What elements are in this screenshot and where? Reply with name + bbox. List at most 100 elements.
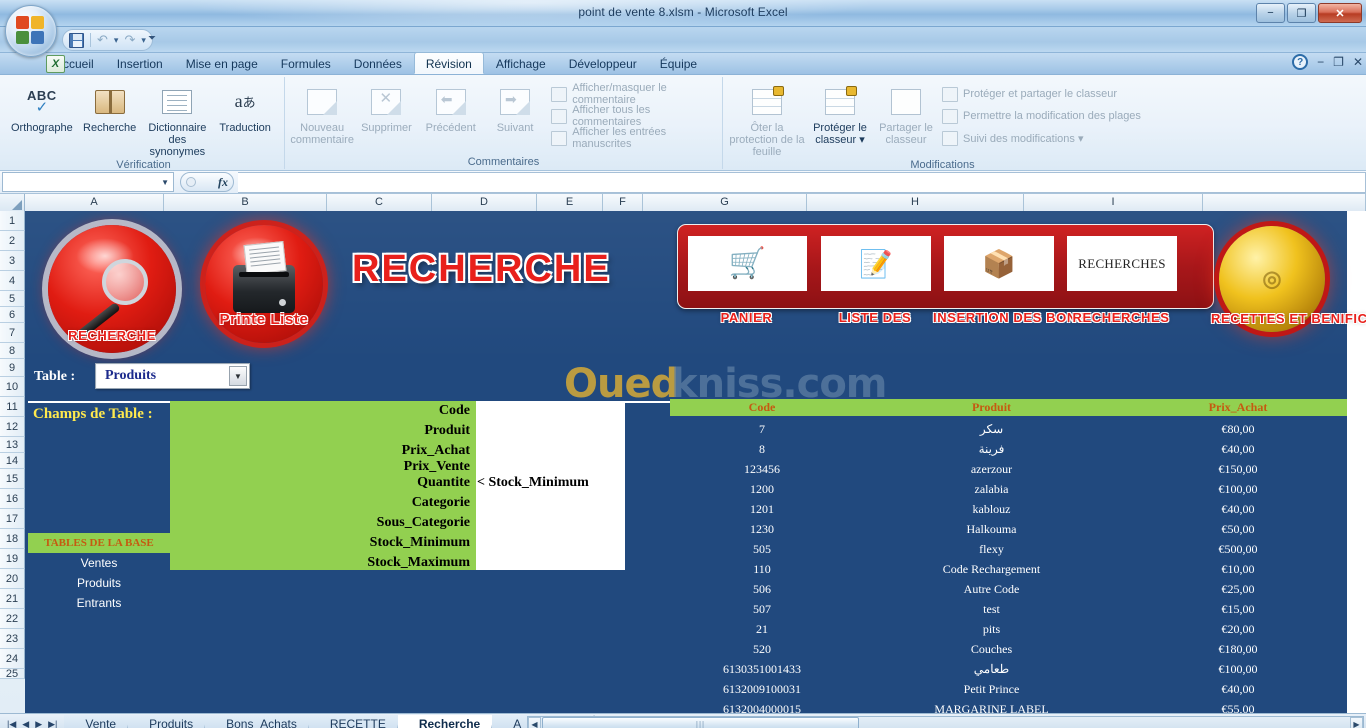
table-row[interactable]: 6132004000015 MARGARINE LABEL €55,00 [670, 699, 1347, 714]
cell-code[interactable]: 507 [670, 602, 854, 617]
table-item-ventes[interactable]: Ventes [28, 556, 170, 570]
formula-input[interactable] [238, 171, 1366, 193]
cell-produit[interactable]: Code Rechargement [854, 562, 1129, 577]
row-header-16[interactable]: 16 [0, 489, 25, 509]
prev-sheet-icon[interactable]: ◀ [22, 719, 29, 728]
table-row[interactable]: 6130351001433 طعامي €100,00 [670, 659, 1347, 679]
minimize-ribbon-icon[interactable]: − [1317, 55, 1324, 69]
cell-prix-achat[interactable]: €100,00 [1129, 482, 1347, 497]
cell-prix-achat[interactable]: €10,00 [1129, 562, 1347, 577]
column-header-f[interactable]: F [603, 194, 643, 211]
partager-classeur-button[interactable]: Partager le classeur [874, 80, 938, 146]
column-header-g[interactable]: G [643, 194, 807, 211]
row-header-6[interactable]: 6 [0, 307, 25, 323]
column-header-d[interactable]: D [432, 194, 537, 211]
row-header-7[interactable]: 7 [0, 323, 25, 343]
undo-icon[interactable]: ↶ [97, 32, 108, 48]
next-sheet-icon[interactable]: ▶ [35, 719, 42, 728]
cell-prix-achat[interactable]: €25,00 [1129, 582, 1347, 597]
field-prix-achat[interactable]: Prix_Achat [170, 443, 470, 459]
table-item-entrants[interactable]: Entrants [28, 596, 170, 610]
cell-code[interactable]: 505 [670, 542, 854, 557]
row-header-23[interactable]: 23 [0, 629, 25, 649]
close-button[interactable]: ✕ [1318, 3, 1362, 23]
cell-code[interactable]: 6132004000015 [670, 702, 854, 714]
table-row[interactable]: 7 سكر €80,00 [670, 419, 1347, 439]
cell-produit[interactable]: zalabia [854, 482, 1129, 497]
liste-des-thumb[interactable]: 📝 [821, 236, 931, 291]
field-categorie[interactable]: Categorie [170, 495, 470, 511]
column-header-b[interactable]: B [164, 194, 327, 211]
field-quantite-condition[interactable]: < Stock_Minimum [477, 475, 589, 491]
restore-button[interactable]: ❐ [1287, 3, 1316, 23]
sheet-tab-recherche[interactable]: Recherche [397, 714, 493, 728]
data-header-produit[interactable]: Produit [854, 400, 1129, 415]
cell-prix-achat[interactable]: €100,00 [1129, 662, 1347, 677]
help-icon[interactable]: ? [1292, 54, 1309, 70]
cell-produit[interactable]: MARGARINE LABEL [854, 702, 1129, 714]
table-row[interactable]: 506 Autre Code €25,00 [670, 579, 1347, 599]
cell-code[interactable]: 8 [670, 442, 854, 457]
field-quantite[interactable]: Quantite [170, 475, 470, 491]
cell-code[interactable]: 1201 [670, 502, 854, 517]
oter-protection-feuille-button[interactable]: Ôter la protection de la feuille [728, 80, 806, 158]
save-icon[interactable] [69, 32, 84, 48]
panier-thumb[interactable]: 🛒 [688, 236, 807, 291]
nouveau-commentaire-button[interactable]: Nouveau commentaire [290, 80, 354, 146]
data-header-prix-achat[interactable]: Prix_Achat [1129, 400, 1347, 415]
cell-prix-achat[interactable]: €15,00 [1129, 602, 1347, 617]
column-header-c[interactable]: C [327, 194, 432, 211]
cell-prix-achat[interactable]: €20,00 [1129, 622, 1347, 637]
table-row[interactable]: 6132009100031 Petit Prince €40,00 [670, 679, 1347, 699]
row-header-20[interactable]: 20 [0, 569, 25, 589]
cell-code[interactable]: 520 [670, 642, 854, 657]
recherches-thumb[interactable]: RECHERCHES [1067, 236, 1177, 291]
undo-dropdown-icon[interactable]: ▾ [114, 35, 119, 46]
tab-developpeur[interactable]: Développeur [558, 53, 648, 74]
cell-produit[interactable]: فرينة [854, 442, 1129, 457]
cell-code[interactable]: 6130351001433 [670, 662, 854, 677]
cell-produit[interactable]: سكر [854, 422, 1129, 437]
cell-code[interactable]: 110 [670, 562, 854, 577]
cell-produit[interactable]: kablouz [854, 502, 1129, 517]
insertion-bons-thumb[interactable]: 📦 [944, 236, 1054, 291]
customize-qat-icon[interactable]: ⏷ [148, 33, 156, 44]
cell-code[interactable]: 123456 [670, 462, 854, 477]
suivi-modifications-item[interactable]: Suivi des modifications ▾ [938, 127, 1145, 149]
cell-code[interactable]: 21 [670, 622, 854, 637]
precedent-commentaire-button[interactable]: ⬅ Précédent [419, 80, 483, 134]
row-header-10[interactable]: 10 [0, 377, 25, 397]
table-row[interactable]: 1230 Halkouma €50,00 [670, 519, 1347, 539]
name-box-dropdown-icon[interactable]: ▼ [161, 178, 169, 187]
row-header-24[interactable]: 24 [0, 649, 25, 669]
horizontal-scrollbar[interactable]: ◀ ||| ▶ [527, 716, 1364, 728]
cell-produit[interactable]: طعامي [854, 662, 1129, 677]
cell-prix-achat[interactable]: €80,00 [1129, 422, 1347, 437]
recherche-button[interactable]: Recherche [76, 80, 144, 134]
row-header-15[interactable]: 15 [0, 469, 25, 489]
table-row[interactable]: 520 Couches €180,00 [670, 639, 1347, 659]
row-header-4[interactable]: 4 [0, 271, 25, 291]
row-header-9[interactable]: 9 [0, 359, 25, 377]
first-sheet-icon[interactable]: |◀ [7, 719, 16, 728]
dictionnaire-synonymes-button[interactable]: Dictionnaire des synonymes [144, 80, 212, 158]
cell-prix-achat[interactable]: €500,00 [1129, 542, 1347, 557]
traduction-button[interactable]: aあ Traduction [211, 80, 279, 134]
sheet-tab-recette[interactable]: RECETTE [308, 714, 398, 728]
row-header-25[interactable]: 25 [0, 668, 25, 680]
cell-code[interactable]: 506 [670, 582, 854, 597]
proteger-classeur-button[interactable]: Protéger le classeur ▾ [806, 80, 874, 146]
cell-produit[interactable]: Halkouma [854, 522, 1129, 537]
row-header-3[interactable]: 3 [0, 251, 25, 271]
horizontal-scroll-thumb[interactable]: ||| [542, 717, 859, 728]
row-header-13[interactable]: 13 [0, 437, 25, 453]
tab-insertion[interactable]: Insertion [106, 53, 174, 74]
proteger-partager-classeur-item[interactable]: Protéger et partager le classeur [938, 83, 1145, 105]
tab-revision[interactable]: Révision [413, 52, 484, 74]
sheet-tab-vente[interactable]: Vente [64, 714, 129, 728]
table-row[interactable]: 110 Code Rechargement €10,00 [670, 559, 1347, 579]
cell-produit[interactable]: Petit Prince [854, 682, 1129, 697]
orthographe-button[interactable]: ABC ✓ Orthographe [8, 80, 76, 134]
row-header-5[interactable]: 5 [0, 291, 25, 307]
field-stock-minimum[interactable]: Stock_Minimum [170, 535, 470, 551]
